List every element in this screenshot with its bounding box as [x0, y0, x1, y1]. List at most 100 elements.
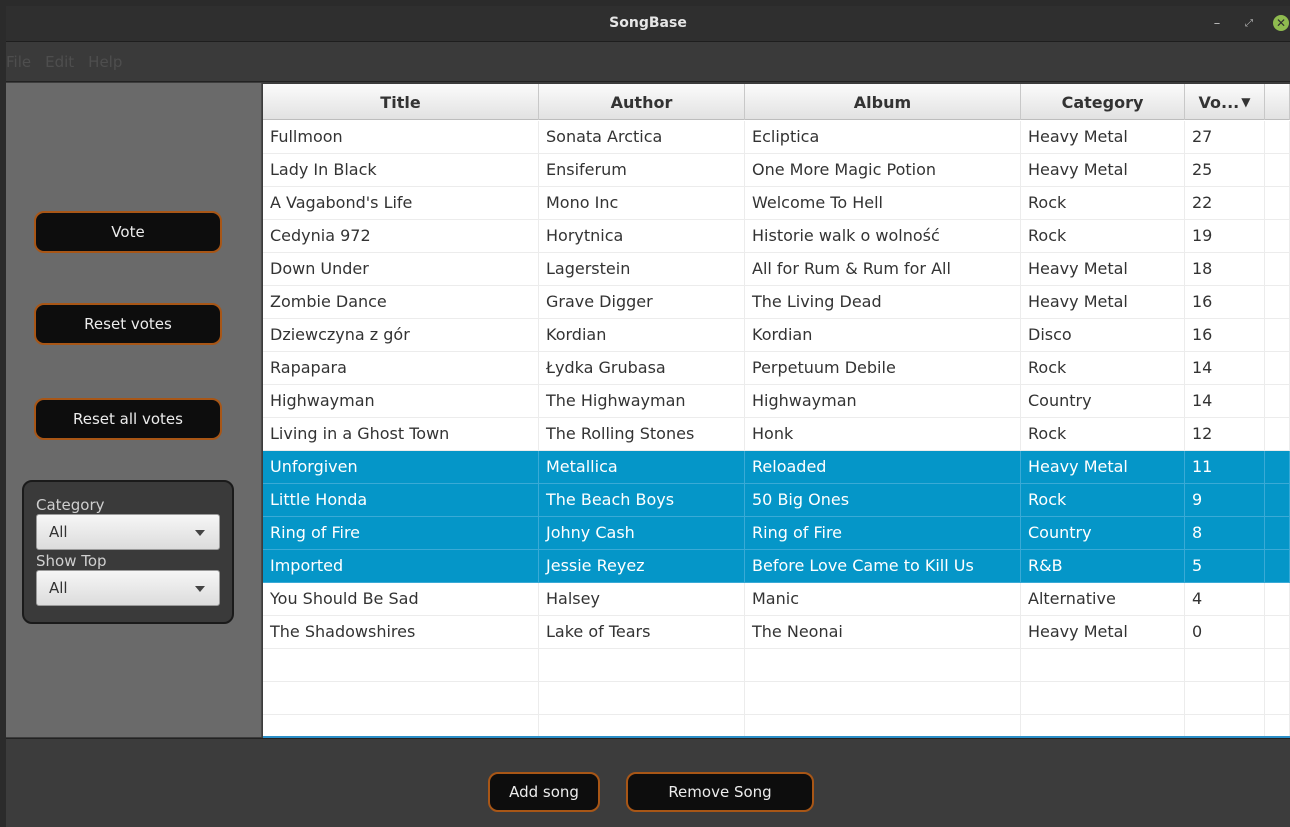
table-row[interactable]: Dziewczyna z gór Kordian Kordian Disco 16	[263, 319, 1290, 352]
table-row[interactable]: Cedynia 972 Horytnica Historie walk o woln…	[263, 220, 1290, 253]
cell-category: Disco	[1021, 319, 1185, 352]
cell-author: Halsey	[539, 583, 745, 616]
column-header-label: Title	[380, 92, 421, 112]
cell-title: Lady In Black	[263, 154, 539, 187]
column-header-label: Category	[1061, 92, 1144, 112]
reset-votes-button[interactable]: Reset votes	[34, 303, 222, 345]
empty-table-row[interactable]	[263, 682, 1290, 715]
table-row[interactable]: Highwayman The Highwayman Highwayman Countr…	[263, 385, 1290, 418]
cell-category	[1021, 682, 1185, 715]
cell-title: Little Honda	[263, 484, 539, 517]
cell-title	[263, 649, 539, 682]
table-row[interactable]: Unforgiven Metallica Reloaded Heavy Metal 11	[263, 451, 1290, 484]
cell-filler	[1265, 682, 1290, 715]
table-header: Title Author Album Category Vo... ▼	[263, 84, 1290, 120]
sort-descending-icon: ▼	[1241, 95, 1251, 109]
menu-edit[interactable]: Edit	[45, 53, 88, 71]
cell-album: One More Magic Potion	[745, 154, 1021, 187]
remove-song-button[interactable]: Remove Song	[626, 772, 814, 812]
table-row[interactable]: A Vagabond's Life Mono Inc Welcome To Hell…	[263, 187, 1290, 220]
table-row[interactable]: The Shadowshires Lake of Tears The Neonai H…	[263, 616, 1290, 649]
cell-album: All for Rum & Rum for All	[745, 253, 1021, 286]
cell-author: Ensiferum	[539, 154, 745, 187]
cell-category: Rock	[1021, 220, 1185, 253]
vote-button[interactable]: Vote	[34, 211, 222, 253]
chevron-down-icon	[195, 530, 205, 536]
cell-category: Rock	[1021, 484, 1185, 517]
cell-title: Living in a Ghost Town	[263, 418, 539, 451]
cell-votes: 19	[1185, 220, 1265, 253]
table-row[interactable]: You Should Be Sad Halsey Manic Alternative 4	[263, 583, 1290, 616]
cell-album: Before Love Came to Kill Us	[745, 550, 1021, 583]
cell-author: Grave Digger	[539, 286, 745, 319]
cell-author: The Rolling Stones	[539, 418, 745, 451]
cell-album	[745, 682, 1021, 715]
table-row[interactable]: Little Honda The Beach Boys 50 Big Ones Roc…	[263, 484, 1290, 517]
cell-album: The Living Dead	[745, 286, 1021, 319]
category-select[interactable]: All	[36, 514, 220, 550]
cell-album: Highwayman	[745, 385, 1021, 418]
bottom-bar: Add song Remove Song	[6, 738, 1290, 827]
column-header-title[interactable]: Title	[263, 84, 539, 120]
cell-filler	[1265, 253, 1290, 286]
table-row[interactable]: Zombie Dance Grave Digger The Living Dead H…	[263, 286, 1290, 319]
column-header-category[interactable]: Category	[1021, 84, 1185, 120]
cell-category: Rock	[1021, 352, 1185, 385]
cell-author: Lagerstein	[539, 253, 745, 286]
app-window: SongBase – ⤢ ✕ File Edit Help Vote Reset…	[6, 6, 1290, 827]
maximize-icon[interactable]: ⤢	[1238, 12, 1260, 34]
cell-votes: 18	[1185, 253, 1265, 286]
minimize-icon[interactable]: –	[1206, 12, 1228, 34]
cell-votes	[1185, 682, 1265, 715]
cell-votes: 14	[1185, 352, 1265, 385]
cell-category: R&B	[1021, 550, 1185, 583]
cell-filler	[1265, 187, 1290, 220]
add-song-button[interactable]: Add song	[488, 772, 600, 812]
cell-category: Alternative	[1021, 583, 1185, 616]
table-row[interactable]: Imported Jessie Reyez Before Love Came to …	[263, 550, 1290, 583]
cell-votes	[1185, 649, 1265, 682]
cell-album	[745, 715, 1021, 736]
cell-votes: 4	[1185, 583, 1265, 616]
menu-help[interactable]: Help	[88, 53, 136, 71]
column-header-label: Author	[610, 92, 673, 112]
cell-category: Heavy Metal	[1021, 253, 1185, 286]
reset-all-votes-button[interactable]: Reset all votes	[34, 398, 222, 440]
cell-album	[745, 649, 1021, 682]
cell-votes: 8	[1185, 517, 1265, 550]
close-button[interactable]: ✕	[1270, 12, 1290, 34]
column-header-author[interactable]: Author	[539, 84, 745, 120]
cell-title: Ring of Fire	[263, 517, 539, 550]
title-bar: SongBase – ⤢ ✕	[6, 6, 1290, 42]
cell-author: Kordian	[539, 319, 745, 352]
menu-bar: File Edit Help	[6, 42, 1290, 82]
cell-filler	[1265, 451, 1290, 484]
cell-votes: 25	[1185, 154, 1265, 187]
cell-author: Metallica	[539, 451, 745, 484]
cell-category: Country	[1021, 385, 1185, 418]
songs-table: Title Author Album Category Vo... ▼ Fullm…	[263, 84, 1290, 738]
cell-votes: 12	[1185, 418, 1265, 451]
cell-filler	[1265, 517, 1290, 550]
cell-votes: 5	[1185, 550, 1265, 583]
show-top-select[interactable]: All	[36, 570, 220, 606]
empty-table-row[interactable]	[263, 649, 1290, 682]
empty-table-row[interactable]	[263, 715, 1290, 736]
menu-file[interactable]: File	[6, 53, 45, 71]
table-row[interactable]: Fullmoon Sonata Arctica Ecliptica Heavy Met…	[263, 121, 1290, 154]
table-row[interactable]: Ring of Fire Johny Cash Ring of Fire Countr…	[263, 517, 1290, 550]
cell-filler	[1265, 715, 1290, 736]
cell-votes: 0	[1185, 616, 1265, 649]
cell-category: Heavy Metal	[1021, 616, 1185, 649]
cell-album: The Neonai	[745, 616, 1021, 649]
table-row[interactable]: Lady In Black Ensiferum One More Magic Pot…	[263, 154, 1290, 187]
cell-title: The Shadowshires	[263, 616, 539, 649]
table-row[interactable]: Rapapara Łydka Grubasa Perpetuum Debile Roc…	[263, 352, 1290, 385]
cell-title: A Vagabond's Life	[263, 187, 539, 220]
column-header-votes[interactable]: Vo... ▼	[1185, 84, 1265, 120]
table-row[interactable]: Down Under Lagerstein All for Rum & Rum fo…	[263, 253, 1290, 286]
cell-filler	[1265, 550, 1290, 583]
cell-author: Mono Inc	[539, 187, 745, 220]
table-row[interactable]: Living in a Ghost Town The Rolling Stones…	[263, 418, 1290, 451]
column-header-album[interactable]: Album	[745, 84, 1021, 120]
